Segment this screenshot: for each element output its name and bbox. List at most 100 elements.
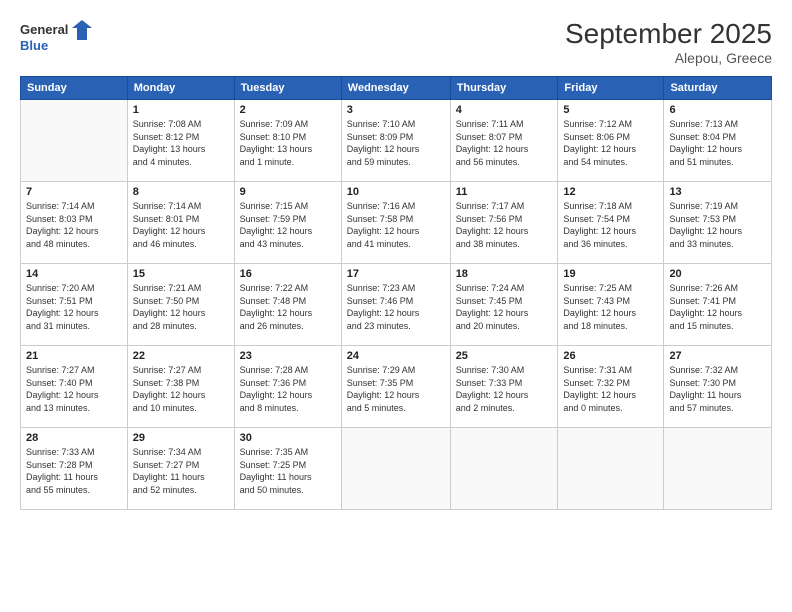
day-info: Sunrise: 7:20 AM Sunset: 7:51 PM Dayligh… xyxy=(26,282,122,332)
day-number: 14 xyxy=(26,268,122,280)
day-info: Sunrise: 7:25 AM Sunset: 7:43 PM Dayligh… xyxy=(563,282,658,332)
day-info: Sunrise: 7:17 AM Sunset: 7:56 PM Dayligh… xyxy=(456,200,553,250)
day-info: Sunrise: 7:27 AM Sunset: 7:38 PM Dayligh… xyxy=(133,364,229,414)
day-info: Sunrise: 7:29 AM Sunset: 7:35 PM Dayligh… xyxy=(347,364,445,414)
calendar-cell: 11Sunrise: 7:17 AM Sunset: 7:56 PM Dayli… xyxy=(450,182,558,264)
day-number: 6 xyxy=(669,104,766,116)
day-info: Sunrise: 7:14 AM Sunset: 8:01 PM Dayligh… xyxy=(133,200,229,250)
day-number: 1 xyxy=(133,104,229,116)
day-info: Sunrise: 7:16 AM Sunset: 7:58 PM Dayligh… xyxy=(347,200,445,250)
week-row-3: 14 Sunrise: 7:20 AM Sunset: 7:51 PM Dayli… xyxy=(21,264,772,346)
calendar-cell: 23 Sunrise: 7:28 AM Sunset: 7:36 PM Dayli… xyxy=(234,346,341,428)
calendar-cell: 6Sunrise: 7:13 AM Sunset: 8:04 PM Daylig… xyxy=(664,100,772,182)
calendar-cell: 8 Sunrise: 7:14 AM Sunset: 8:01 PM Daylig… xyxy=(127,182,234,264)
calendar-cell: 13Sunrise: 7:19 AM Sunset: 7:53 PM Dayli… xyxy=(664,182,772,264)
week-row-4: 21Sunrise: 7:27 AM Sunset: 7:40 PM Dayli… xyxy=(21,346,772,428)
weekday-header-wednesday: Wednesday xyxy=(341,77,450,100)
calendar-cell: 15 Sunrise: 7:21 AM Sunset: 7:50 PM Dayli… xyxy=(127,264,234,346)
day-number: 21 xyxy=(26,350,122,362)
day-number: 30 xyxy=(240,432,336,444)
calendar-cell: 18 Sunrise: 7:24 AM Sunset: 7:45 PM Dayli… xyxy=(450,264,558,346)
day-number: 28 xyxy=(26,432,122,444)
calendar-cell: 19 Sunrise: 7:25 AM Sunset: 7:43 PM Dayli… xyxy=(558,264,664,346)
day-number: 27 xyxy=(669,350,766,362)
day-info: Sunrise: 7:28 AM Sunset: 7:36 PM Dayligh… xyxy=(240,364,336,414)
day-number: 3 xyxy=(347,104,445,116)
calendar-cell: 25 Sunrise: 7:30 AM Sunset: 7:33 PM Dayli… xyxy=(450,346,558,428)
calendar-cell: 21Sunrise: 7:27 AM Sunset: 7:40 PM Dayli… xyxy=(21,346,128,428)
day-number: 5 xyxy=(563,104,658,116)
day-info: Sunrise: 7:10 AM Sunset: 8:09 PM Dayligh… xyxy=(347,118,445,168)
day-number: 23 xyxy=(240,350,336,362)
location: Alepou, Greece xyxy=(565,50,772,66)
day-number: 25 xyxy=(456,350,553,362)
day-number: 17 xyxy=(347,268,445,280)
day-info: Sunrise: 7:09 AM Sunset: 8:10 PM Dayligh… xyxy=(240,118,336,168)
calendar-cell: 2 Sunrise: 7:09 AM Sunset: 8:10 PM Daylig… xyxy=(234,100,341,182)
day-info: Sunrise: 7:12 AM Sunset: 8:06 PM Dayligh… xyxy=(563,118,658,168)
day-number: 7 xyxy=(26,186,122,198)
logo-svg: General Blue xyxy=(20,18,92,54)
calendar-cell: 7 Sunrise: 7:14 AM Sunset: 8:03 PM Daylig… xyxy=(21,182,128,264)
day-number: 20 xyxy=(669,268,766,280)
calendar-cell: 28 Sunrise: 7:33 AM Sunset: 7:28 PM Dayli… xyxy=(21,428,128,510)
day-info: Sunrise: 7:35 AM Sunset: 7:25 PM Dayligh… xyxy=(240,446,336,496)
day-info: Sunrise: 7:08 AM Sunset: 8:12 PM Dayligh… xyxy=(133,118,229,168)
weekday-header-thursday: Thursday xyxy=(450,77,558,100)
day-number: 10 xyxy=(347,186,445,198)
calendar-cell: 26 Sunrise: 7:31 AM Sunset: 7:32 PM Dayli… xyxy=(558,346,664,428)
day-number: 22 xyxy=(133,350,229,362)
day-info: Sunrise: 7:21 AM Sunset: 7:50 PM Dayligh… xyxy=(133,282,229,332)
calendar-cell: 16 Sunrise: 7:22 AM Sunset: 7:48 PM Dayli… xyxy=(234,264,341,346)
day-number: 26 xyxy=(563,350,658,362)
day-info: Sunrise: 7:14 AM Sunset: 8:03 PM Dayligh… xyxy=(26,200,122,250)
calendar-cell xyxy=(450,428,558,510)
calendar-cell: 17 Sunrise: 7:23 AM Sunset: 7:46 PM Dayli… xyxy=(341,264,450,346)
calendar-cell: 9Sunrise: 7:15 AM Sunset: 7:59 PM Daylig… xyxy=(234,182,341,264)
logo: General Blue xyxy=(20,18,92,54)
week-row-2: 7 Sunrise: 7:14 AM Sunset: 8:03 PM Daylig… xyxy=(21,182,772,264)
weekday-header-tuesday: Tuesday xyxy=(234,77,341,100)
weekday-header-monday: Monday xyxy=(127,77,234,100)
day-info: Sunrise: 7:15 AM Sunset: 7:59 PM Dayligh… xyxy=(240,200,336,250)
calendar-cell xyxy=(341,428,450,510)
day-number: 19 xyxy=(563,268,658,280)
day-number: 29 xyxy=(133,432,229,444)
calendar-cell: 1 Sunrise: 7:08 AM Sunset: 8:12 PM Daylig… xyxy=(127,100,234,182)
day-number: 16 xyxy=(240,268,336,280)
calendar-cell: 24Sunrise: 7:29 AM Sunset: 7:35 PM Dayli… xyxy=(341,346,450,428)
title-block: September 2025 Alepou, Greece xyxy=(565,18,772,66)
page: General Blue September 2025 Alepou, Gree… xyxy=(0,0,792,612)
day-number: 2 xyxy=(240,104,336,116)
day-number: 15 xyxy=(133,268,229,280)
weekday-header-friday: Friday xyxy=(558,77,664,100)
day-number: 8 xyxy=(133,186,229,198)
calendar-table: SundayMondayTuesdayWednesdayThursdayFrid… xyxy=(20,76,772,510)
day-info: Sunrise: 7:26 AM Sunset: 7:41 PM Dayligh… xyxy=(669,282,766,332)
day-info: Sunrise: 7:22 AM Sunset: 7:48 PM Dayligh… xyxy=(240,282,336,332)
calendar-cell: 22 Sunrise: 7:27 AM Sunset: 7:38 PM Dayli… xyxy=(127,346,234,428)
day-info: Sunrise: 7:23 AM Sunset: 7:46 PM Dayligh… xyxy=(347,282,445,332)
week-row-1: 1 Sunrise: 7:08 AM Sunset: 8:12 PM Daylig… xyxy=(21,100,772,182)
day-info: Sunrise: 7:34 AM Sunset: 7:27 PM Dayligh… xyxy=(133,446,229,496)
calendar-cell xyxy=(558,428,664,510)
day-info: Sunrise: 7:33 AM Sunset: 7:28 PM Dayligh… xyxy=(26,446,122,496)
month-title: September 2025 xyxy=(565,18,772,50)
day-info: Sunrise: 7:30 AM Sunset: 7:33 PM Dayligh… xyxy=(456,364,553,414)
day-number: 18 xyxy=(456,268,553,280)
calendar-cell: 27 Sunrise: 7:32 AM Sunset: 7:30 PM Dayli… xyxy=(664,346,772,428)
calendar-cell: 10 Sunrise: 7:16 AM Sunset: 7:58 PM Dayli… xyxy=(341,182,450,264)
calendar-cell: 12Sunrise: 7:18 AM Sunset: 7:54 PM Dayli… xyxy=(558,182,664,264)
day-info: Sunrise: 7:32 AM Sunset: 7:30 PM Dayligh… xyxy=(669,364,766,414)
weekday-header-row: SundayMondayTuesdayWednesdayThursdayFrid… xyxy=(21,77,772,100)
day-info: Sunrise: 7:31 AM Sunset: 7:32 PM Dayligh… xyxy=(563,364,658,414)
calendar-cell: 30 Sunrise: 7:35 AM Sunset: 7:25 PM Dayli… xyxy=(234,428,341,510)
day-info: Sunrise: 7:19 AM Sunset: 7:53 PM Dayligh… xyxy=(669,200,766,250)
svg-text:General: General xyxy=(20,22,68,37)
day-info: Sunrise: 7:24 AM Sunset: 7:45 PM Dayligh… xyxy=(456,282,553,332)
week-row-5: 28 Sunrise: 7:33 AM Sunset: 7:28 PM Dayli… xyxy=(21,428,772,510)
svg-text:Blue: Blue xyxy=(20,38,48,53)
calendar-cell: 14 Sunrise: 7:20 AM Sunset: 7:51 PM Dayli… xyxy=(21,264,128,346)
weekday-header-sunday: Sunday xyxy=(21,77,128,100)
calendar-cell xyxy=(664,428,772,510)
